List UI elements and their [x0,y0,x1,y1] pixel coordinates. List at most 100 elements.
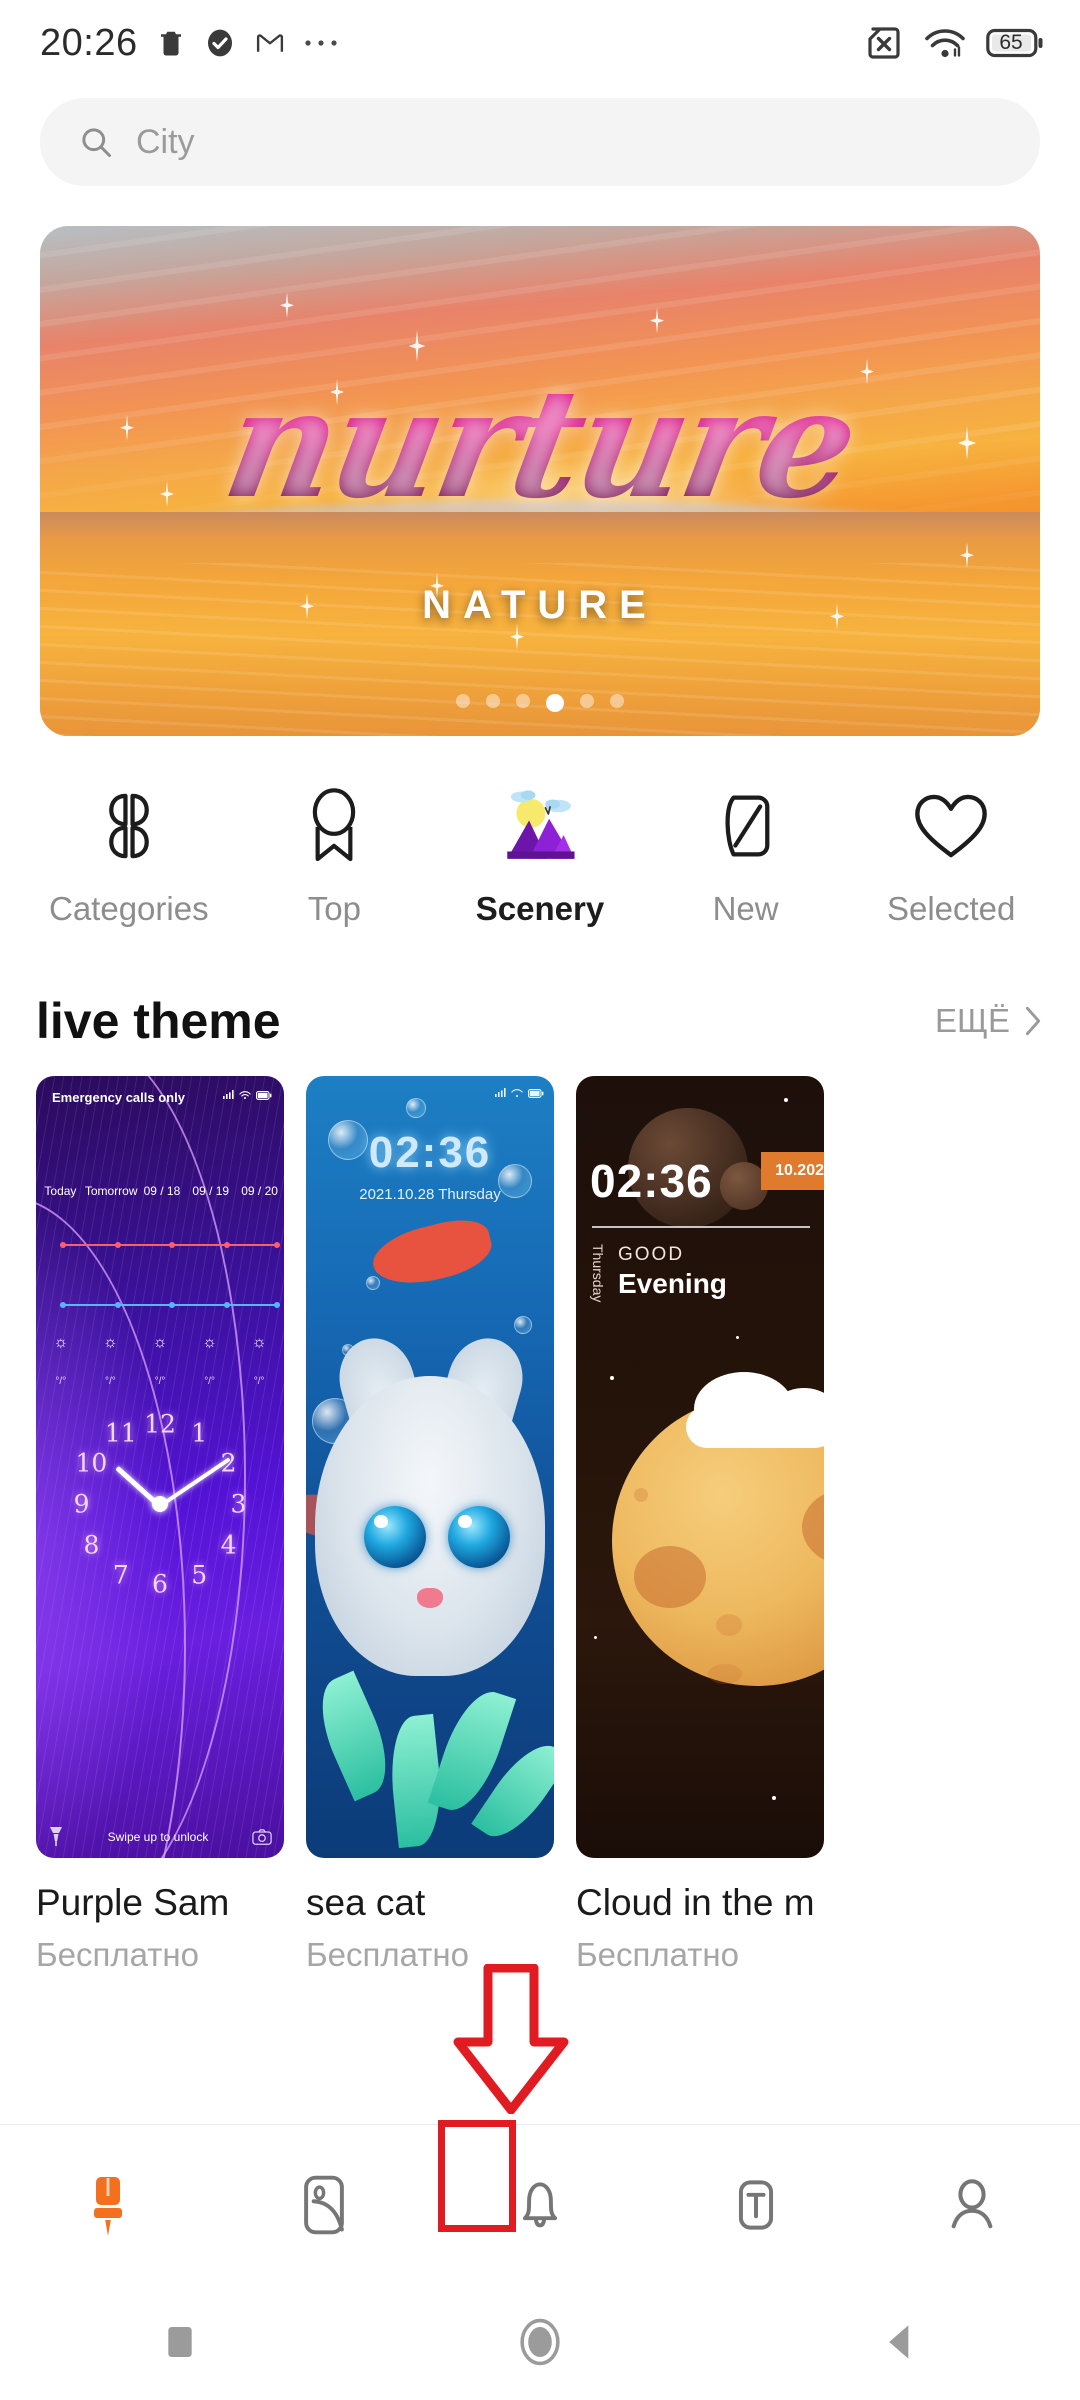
preview-greeting-line2: Evening [618,1268,727,1299]
moon-crater [634,1488,648,1502]
category-nav: Categories Top Scenery New Selected [26,784,1054,928]
moon-crater [802,1488,824,1566]
check-badge-icon [204,27,236,59]
bubble-decoration [514,1316,532,1334]
nav-item-profile[interactable] [864,2125,1080,2284]
nav-item-themes[interactable] [0,2125,216,2284]
theme-title: Cloud in the m [576,1882,815,1923]
recents-square-icon [163,2322,197,2362]
preview-date-chip: 10.202 [761,1152,824,1190]
preview-degrees-row: °/° °/° °/° °/° °/° [36,1376,284,1387]
category-label: Categories [49,890,209,927]
category-label: New [712,890,779,927]
chevron-right-icon [1022,1004,1044,1038]
battery-level: 65 [999,31,1023,54]
status-bar-right: 65 [864,26,1044,60]
bubble-decoration [366,1276,380,1290]
heart-icon [911,784,991,868]
preview-date: 2021.10.28 Thursday [359,1186,501,1203]
preview-unlock-hint: Swipe up to unlock [107,1830,209,1844]
carousel-dot[interactable] [456,694,470,708]
moon-crater [716,1614,742,1636]
category-item-scenery[interactable]: Scenery [437,784,643,928]
section-more-link[interactable]: ЕЩЁ [935,1002,1044,1040]
font-text-icon [729,2173,783,2237]
gmail-icon [254,28,286,58]
forecast-degrees: °/° [204,1376,215,1387]
plant-leaf [306,1670,403,1802]
theme-card[interactable]: 02:36 2021.10.28 Thursday sea cat Беспла… [306,1076,554,1974]
promo-banner-carousel[interactable]: nurture NATURE [40,226,1040,736]
banner-headline: nurture [40,356,1040,532]
forecast-degrees: °/° [55,1376,67,1387]
theme-preview-purple-sam[interactable]: Emergency calls only Today Tomorrow 09 /… [36,1076,284,1858]
preview-clock: 02:36 [590,1155,713,1207]
sun-icon: ☼ [53,1334,69,1351]
clock-number: 3 [230,1489,247,1519]
preview-forecast-days: Today Tomorrow 09 / 18 09 / 19 09 / 20 [36,1184,284,1198]
status-bar-left: 20:26 [40,22,338,65]
category-item-categories[interactable]: Categories [26,784,232,928]
carousel-dots[interactable] [40,694,1040,712]
category-item-selected[interactable]: Selected [848,784,1054,928]
app-screen: 20:26 65 City nurture NATURE Categories … [0,0,1080,2400]
status-bar-clock: 20:26 [40,21,138,64]
flashlight-icon [48,1826,64,1848]
star-decoration [736,1336,739,1339]
section-more-label: ЕЩЁ [935,1002,1010,1039]
forecast-day: 09 / 18 [143,1184,181,1198]
star-decoration [594,1636,597,1639]
carousel-dot[interactable] [580,694,594,708]
theme-card[interactable]: 02:36 10.202 Thursday GOOD Evening Cloud… [576,1076,824,1974]
section-header: live theme ЕЩЁ [36,992,1044,1050]
clock-number: 1 [191,1418,208,1448]
android-home-button[interactable] [360,2317,720,2367]
android-recents-button[interactable] [0,2322,360,2362]
search-bar[interactable]: City [40,98,1040,186]
banner-subhead: NATURE [422,583,658,627]
theme-card-list: Emergency calls only Today Tomorrow 09 /… [36,1076,1080,1974]
clock-number: 6 [152,1569,168,1599]
theme-preview-cloud-in-the-moon[interactable]: 02:36 10.202 Thursday GOOD Evening [576,1076,824,1858]
clover-grid-icon [90,784,168,868]
theme-price: Бесплатно [576,1936,739,1973]
preview-status-icons [494,1088,544,1098]
theme-card[interactable]: Emergency calls only Today Tomorrow 09 /… [36,1076,284,1974]
carousel-dot[interactable] [486,694,500,708]
preview-weather-icons: ☼ ☼ ☼ ☼ ☼ [36,1334,284,1352]
sun-icon: ☼ [103,1334,118,1351]
category-item-new[interactable]: New [643,784,849,928]
forecast-day: Tomorrow [84,1184,138,1198]
clock-center-hub [152,1496,168,1512]
cat-eye [364,1506,426,1568]
theme-preview-sea-cat[interactable]: 02:36 2021.10.28 Thursday [306,1076,554,1858]
star-decoration [610,1376,614,1380]
preview-analog-clock: 12 1 2 3 4 5 6 7 8 9 10 11 [62,1406,258,1602]
carousel-dot[interactable] [516,694,530,708]
forecast-day: Today [44,1184,77,1198]
nav-item-wallpaper[interactable] [216,2125,432,2284]
back-triangle-icon [883,2322,917,2362]
moon-crater [634,1546,706,1608]
nav-item-fonts[interactable] [648,2125,864,2284]
preview-carrier-text: Emergency calls only [52,1090,185,1105]
paintbrush-icon [80,2171,136,2239]
annotation-highlight-box [438,2120,516,2232]
sun-icon: ☼ [251,1334,267,1351]
sim-card-off-icon [864,26,904,60]
forecast-degrees: °/° [253,1376,265,1387]
clock-number: 10 [75,1448,108,1478]
search-input[interactable]: City [136,123,195,162]
category-label: Selected [886,890,1016,927]
android-back-button[interactable] [720,2322,1080,2362]
home-circle-icon [518,2317,562,2367]
search-icon [78,124,114,160]
forecast-degrees: °/° [154,1376,166,1387]
carousel-dot[interactable] [610,694,624,708]
trash-icon [156,27,186,59]
category-item-top[interactable]: Top [232,784,438,928]
star-decoration [784,1098,788,1102]
carousel-dot-active[interactable] [546,694,564,712]
clock-number: 12 [144,1409,176,1439]
category-label: Top [307,890,361,927]
